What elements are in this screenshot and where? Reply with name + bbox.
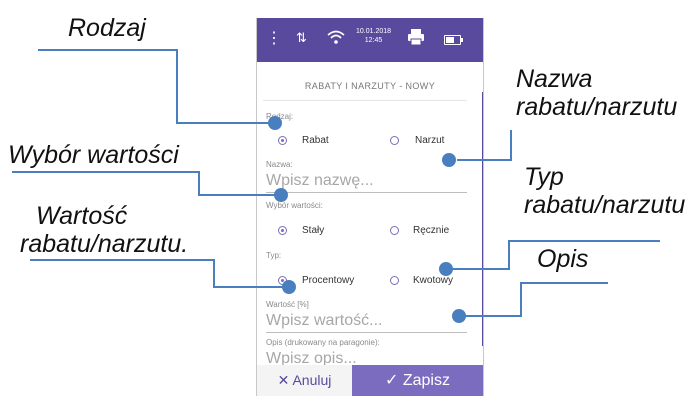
cancel-button[interactable]: ✕ Anuluj	[257, 365, 352, 396]
status-date: 10.01.2018	[356, 28, 392, 35]
radio-staly[interactable]	[278, 226, 287, 235]
cancel-button-label: Anuluj	[292, 372, 332, 388]
radio-kwotowy-label[interactable]: Kwotowy	[413, 275, 453, 286]
radio-recznie-label[interactable]: Ręcznie	[413, 225, 449, 236]
radio-staly-label[interactable]: Stały	[302, 225, 324, 236]
close-icon: ✕	[277, 372, 290, 388]
check-icon: ✓	[385, 372, 399, 389]
status-bar: ⋮ ⇅ 10.01.2018 12:45	[257, 18, 483, 62]
annotation-nazwa: Nazwa rabatu/narzutu	[516, 65, 677, 121]
annotation-nazwa-line2: rabatu/narzutu	[516, 93, 678, 121]
radio-procentowy[interactable]	[278, 276, 287, 285]
radio-recznie[interactable]	[390, 226, 399, 235]
rodzaj-label: Rodzaj:	[266, 112, 294, 121]
wybor-label: Wybór wartości:	[266, 201, 323, 210]
page-title: RABATY I NARZUTY - NOWY	[304, 81, 436, 91]
radio-kwotowy[interactable]	[390, 276, 399, 285]
callout-line-wybor	[12, 171, 281, 196]
status-time: 12:45	[364, 37, 383, 44]
save-button[interactable]: ✓ Zapisz	[352, 365, 483, 396]
footer-bar: ✕ Anuluj ✓ Zapisz	[257, 365, 483, 396]
annotation-wartosc-line1: Wartość	[36, 202, 128, 230]
annotation-typ-line2: rabatu/narzutu	[524, 191, 686, 219]
typ-label: Typ:	[266, 251, 282, 260]
phone-screen: ⋮ ⇅ 10.01.2018 12:45 RABATY I NARZUTY - …	[256, 18, 484, 396]
radio-procentowy-label[interactable]: Procentowy	[302, 275, 354, 286]
annotation-nazwa-line1: Nazwa	[516, 65, 593, 93]
callout-line-wartosc	[30, 259, 289, 288]
scrollbar[interactable]	[482, 92, 483, 346]
wifi-icon	[326, 29, 346, 50]
annotation-typ-line1: Typ	[524, 163, 564, 191]
radio-rabat[interactable]	[278, 136, 287, 145]
callout-line-rodzaj	[38, 49, 279, 124]
radio-narzut[interactable]	[390, 136, 399, 145]
radio-rabat-label[interactable]: Rabat	[302, 135, 329, 146]
status-clock: 10.01.2018 12:45	[356, 27, 391, 45]
nazwa-input[interactable]: Wpisz nazwę...	[266, 172, 467, 193]
radio-narzut-label[interactable]: Narzut	[415, 135, 444, 146]
annotation-rodzaj: Rodzaj	[68, 14, 146, 42]
battery-icon	[444, 35, 463, 45]
signal-arrows-icon: ⇅	[296, 30, 307, 45]
opis-label: Opis (drukowany na paragonie):	[266, 338, 380, 347]
title-divider	[263, 100, 467, 101]
menu-dots-icon[interactable]: ⋮	[266, 28, 282, 48]
annotation-wybor: Wybór wartości	[8, 141, 179, 169]
annotation-wartosc: Wartość rabatu/narzutu.	[20, 202, 188, 258]
annotation-opis: Opis	[537, 245, 589, 273]
annotation-wartosc-line2: rabatu/narzutu.	[20, 230, 189, 258]
annotation-typ: Typ rabatu/narzutu	[524, 163, 685, 219]
wartosc-label: Wartość [%]	[266, 300, 309, 309]
printer-icon	[407, 28, 425, 51]
nazwa-label: Nazwa:	[266, 160, 293, 169]
wartosc-input[interactable]: Wpisz wartość...	[266, 312, 467, 333]
save-button-label: Zapisz	[402, 372, 450, 389]
